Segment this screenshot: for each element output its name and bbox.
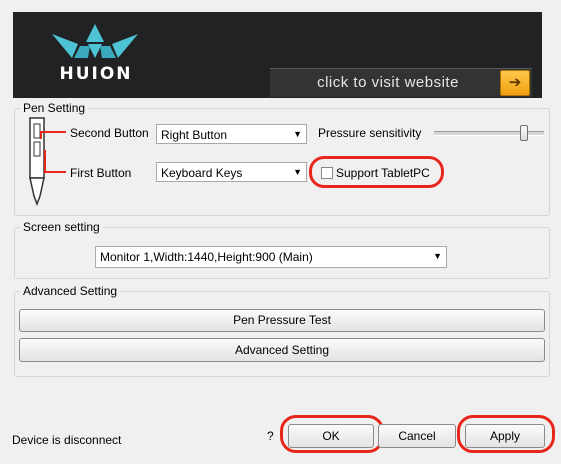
advanced-setting-group xyxy=(14,291,550,377)
first-button-leader xyxy=(44,171,66,173)
huion-crown-icon xyxy=(52,24,138,58)
ok-button-highlight xyxy=(280,415,384,453)
help-icon[interactable]: ? xyxy=(267,429,274,443)
monitor-select[interactable]: Monitor 1,Width:1440,Height:900 (Main) ▼ xyxy=(95,246,447,268)
dropdown-arrow-icon: ▼ xyxy=(293,129,302,139)
pen-setting-title: Pen Setting xyxy=(20,101,89,115)
dropdown-arrow-icon: ▼ xyxy=(433,251,442,261)
visit-website-label[interactable]: click to visit website xyxy=(288,74,488,91)
advanced-setting-title: Advanced Setting xyxy=(20,284,121,298)
pressure-sensitivity-label: Pressure sensitivity xyxy=(318,126,422,140)
pen-diagram-icon xyxy=(29,117,45,207)
pressure-slider-thumb[interactable] xyxy=(519,125,528,141)
second-button-value: Right Button xyxy=(161,128,228,142)
first-button-leader-vertical xyxy=(44,150,46,172)
arrow-right-icon[interactable]: ➔ xyxy=(500,70,530,96)
visit-website-bar[interactable]: click to visit website ➔ xyxy=(270,68,532,97)
first-button-label: First Button xyxy=(70,166,132,180)
monitor-value: Monitor 1,Width:1440,Height:900 (Main) xyxy=(100,250,313,264)
screen-setting-title: Screen setting xyxy=(20,220,103,234)
dropdown-arrow-icon: ▼ xyxy=(293,167,302,177)
second-button-select[interactable]: Right Button ▼ xyxy=(156,124,307,144)
second-button-label: Second Button xyxy=(70,126,149,140)
brand-logo-text: HUION xyxy=(59,64,133,84)
support-tabletpc-highlight xyxy=(309,156,444,188)
first-button-select[interactable]: Keyboard Keys ▼ xyxy=(156,162,307,182)
apply-button-highlight xyxy=(457,415,555,453)
second-button-leader-tick xyxy=(40,131,42,139)
cancel-button[interactable]: Cancel xyxy=(378,424,456,448)
second-button-leader xyxy=(40,131,66,133)
pen-pressure-test-button[interactable]: Pen Pressure Test xyxy=(19,309,545,332)
device-status-text: Device is disconnect xyxy=(12,433,122,447)
first-button-value: Keyboard Keys xyxy=(161,166,243,180)
advanced-setting-button[interactable]: Advanced Setting xyxy=(19,338,545,362)
